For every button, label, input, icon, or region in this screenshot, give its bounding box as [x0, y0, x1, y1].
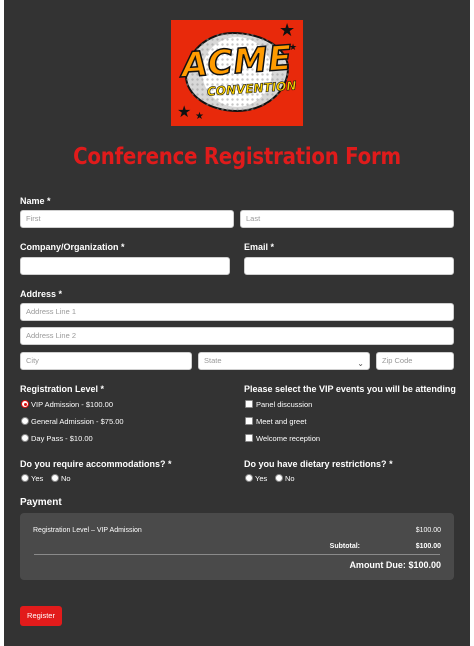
checkbox-label-panel-discussion: Panel discussion [256, 400, 313, 409]
radio-vip-admission[interactable] [21, 400, 29, 408]
name-label: Name * [20, 196, 51, 206]
address-label-text: Address [20, 289, 57, 299]
radio-label-vip-admission: VIP Admission - $100.00 [31, 400, 113, 409]
registration-level-label: Registration Level * [20, 384, 104, 394]
chevron-down-icon: ⌄ [357, 359, 364, 368]
company-label: Company/Organization * [20, 242, 125, 252]
page-title: Conference Registration Form [73, 144, 401, 170]
radio-dietary-yes[interactable] [245, 474, 253, 482]
radio-label-day-pass: Day Pass - $10.00 [31, 434, 93, 443]
vip-events-label: Please select the VIP events you will be… [244, 384, 456, 394]
payment-item-amount: $100.00 [415, 527, 441, 534]
dietary-label: Do you have dietary restrictions? * [244, 459, 393, 469]
payment-summary: Registration Level – VIP Admission $100.… [20, 513, 454, 580]
register-button[interactable]: Register [20, 606, 62, 626]
name-label-text: Name [20, 196, 45, 206]
subtotal-amount: $100.00 [415, 543, 441, 550]
required-mark: * [58, 289, 63, 299]
checkbox-label-welcome-reception: Welcome reception [256, 434, 321, 443]
payment-title: Payment [20, 497, 62, 508]
city-input[interactable]: City [20, 352, 192, 370]
checkbox-meet-and-greet[interactable] [245, 417, 253, 425]
zip-code-input[interactable]: Zip Code [376, 352, 454, 370]
email-label: Email * [244, 242, 274, 252]
required-mark: * [389, 459, 393, 469]
radio-label-dietary-yes: Yes [255, 474, 268, 483]
form-page: ★ ★ ★ ★ ACME CONVENTION Conference Regis… [4, 0, 470, 646]
accommodations-label-text: Do you require accommodations? [20, 459, 166, 469]
checkbox-welcome-reception[interactable] [245, 434, 253, 442]
required-mark: * [100, 384, 105, 394]
radio-accommodations-no[interactable] [51, 474, 59, 482]
email-label-text: Email [244, 242, 269, 252]
first-name-input[interactable]: First [20, 210, 234, 228]
radio-dietary-no[interactable] [275, 474, 283, 482]
last-name-input[interactable]: Last [240, 210, 454, 228]
radio-label-dietary-no: No [285, 474, 295, 483]
accommodations-label: Do you require accommodations? * [20, 459, 172, 469]
address-line1-input[interactable]: Address Line 1 [20, 303, 454, 321]
acme-convention-logo: ★ ★ ★ ★ ACME CONVENTION [171, 20, 303, 126]
required-mark: * [270, 242, 275, 252]
amount-due-label: Amount Due: [349, 560, 406, 570]
amount-due-value: $100.00 [408, 560, 441, 570]
state-select[interactable]: State ⌄ [198, 352, 370, 370]
radio-label-general-admission: General Admission - $75.00 [31, 417, 124, 426]
radio-label-accommodations-no: No [61, 474, 71, 483]
required-mark: * [121, 242, 125, 252]
subtotal-label: Subtotal: [329, 543, 360, 550]
email-input[interactable] [244, 257, 454, 275]
state-select-text: State [204, 356, 222, 365]
payment-divider [34, 554, 440, 555]
radio-label-accommodations-yes: Yes [31, 474, 44, 483]
registration-level-label-text: Registration Level [20, 384, 99, 394]
checkbox-panel-discussion[interactable] [245, 400, 253, 408]
radio-accommodations-yes[interactable] [21, 474, 29, 482]
radio-day-pass[interactable] [21, 434, 29, 442]
required-mark: * [47, 196, 51, 206]
company-input[interactable] [20, 257, 230, 275]
address-label: Address * [20, 289, 62, 299]
amount-due: Amount Due: $100.00 [349, 560, 441, 570]
payment-item-label: Registration Level – VIP Admission [33, 527, 142, 534]
radio-general-admission[interactable] [21, 417, 29, 425]
checkbox-label-meet-and-greet: Meet and greet [256, 417, 307, 426]
company-label-text: Company/Organization [20, 242, 119, 252]
address-line2-input[interactable]: Address Line 2 [20, 327, 454, 345]
required-mark: * [168, 459, 172, 469]
star-icon: ★ [195, 111, 204, 122]
star-icon: ★ [177, 102, 192, 121]
dietary-label-text: Do you have dietary restrictions? [244, 459, 387, 469]
